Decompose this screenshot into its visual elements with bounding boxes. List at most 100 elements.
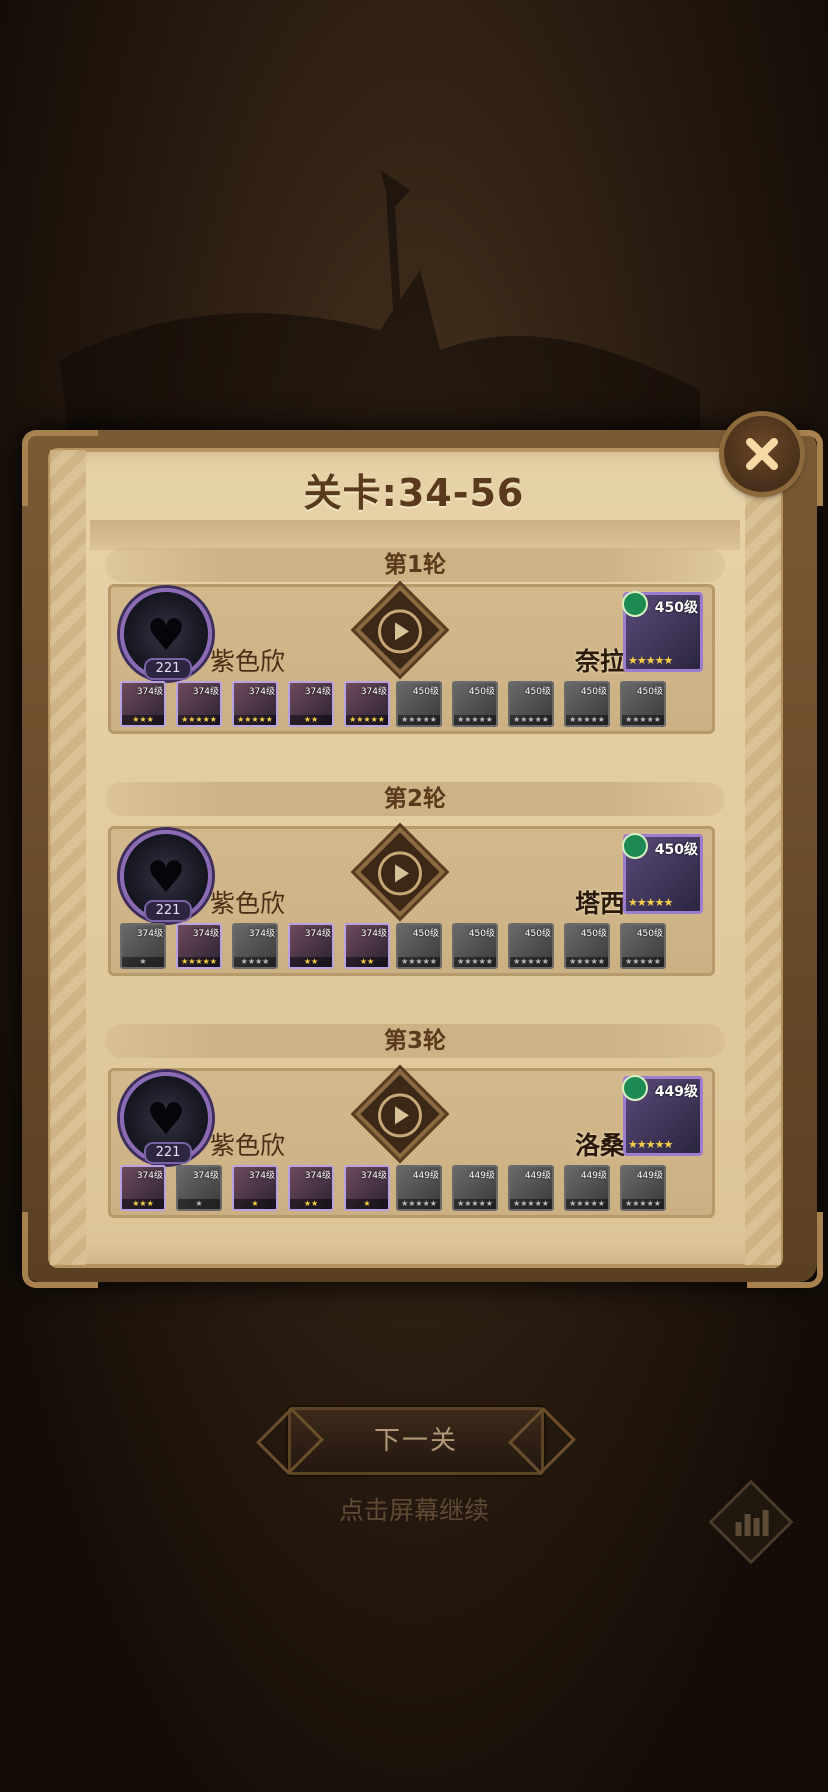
hero-stars: ★★ xyxy=(346,957,388,967)
hero-level: 374级 xyxy=(136,1171,163,1181)
tap-to-continue-hint[interactable]: 点击屏幕继续 xyxy=(0,1491,828,1527)
enemy-hero-row: 449级 ★★★★★ 449级 ★★★★★ 449级 ★★★★★ 449级 ★★★★★ 449级… xyxy=(396,1165,666,1211)
replay-button[interactable] xyxy=(354,826,446,918)
enemy-hero-portrait[interactable]: 450级 ★★★★★ xyxy=(452,923,498,969)
enemy-boss-portrait[interactable]: 450级 ★★★★★ xyxy=(622,591,703,672)
player-name: 紫色欣 xyxy=(210,647,286,676)
player-hero-portrait[interactable]: 374级 ★★★★★ xyxy=(176,681,222,727)
hero-level: 450级 xyxy=(524,687,551,697)
hero-level: 449级 xyxy=(524,1171,551,1181)
player-hero-portrait[interactable]: 374级 ★★ xyxy=(344,923,390,969)
player-hero-portrait[interactable]: 374级 ★ xyxy=(232,1165,278,1211)
enemy-hero-portrait[interactable]: 450级 ★★★★★ xyxy=(452,681,498,727)
enemy-name: 塔西 xyxy=(574,889,625,918)
round-label: 第3轮 xyxy=(105,1024,725,1058)
hero-stars: ★ xyxy=(234,1199,276,1209)
hero-level: 450级 xyxy=(636,687,663,697)
hero-level: 374级 xyxy=(304,929,331,939)
replay-button[interactable] xyxy=(354,1068,446,1160)
hero-stars: ★★★★★ xyxy=(454,1199,496,1209)
enemy-hero-portrait[interactable]: 449级 ★★★★★ xyxy=(396,1165,442,1211)
hero-stars: ★★★★★ xyxy=(398,715,440,725)
hero-stars: ★★★★★ xyxy=(566,1199,608,1209)
hero-level: 450级 xyxy=(412,687,439,697)
enemy-hero-portrait[interactable]: 450级 ★★★★★ xyxy=(396,681,442,727)
player-hero-portrait[interactable]: 374级 ★★★★★ xyxy=(232,681,278,727)
hero-stars: ★★★★★ xyxy=(622,1199,664,1209)
player-hero-portrait[interactable]: 374级 ★ xyxy=(120,923,166,969)
player-hero-portrait[interactable]: 374级 ★★★ xyxy=(120,1165,166,1211)
hero-level: 449级 xyxy=(636,1171,663,1181)
enemy-hero-portrait[interactable]: 450级 ★★★★★ xyxy=(508,923,554,969)
enemy-hero-portrait[interactable]: 449级 ★★★★★ xyxy=(508,1165,554,1211)
enemy-boss-level: 450级 xyxy=(654,842,698,858)
enemy-hero-portrait[interactable]: 450级 ★★★★★ xyxy=(564,923,610,969)
player-hero-portrait[interactable]: 374级 ★★★★ xyxy=(232,923,278,969)
panel-corner xyxy=(22,1212,98,1288)
player-avatar[interactable]: ♥ 221 xyxy=(120,588,212,680)
player-avatar[interactable]: ♥ 221 xyxy=(120,1072,212,1164)
enemy-name: 洛桑 xyxy=(574,1131,625,1160)
hero-level: 374级 xyxy=(248,929,275,939)
hero-level: 450级 xyxy=(524,929,551,939)
enemy-hero-portrait[interactable]: 450级 ★★★★★ xyxy=(620,923,666,969)
hero-stars: ★★★★ xyxy=(234,957,276,967)
enemy-boss-portrait[interactable]: 450级 ★★★★★ xyxy=(622,833,703,914)
player-hero-portrait[interactable]: 374级 ★★ xyxy=(288,1165,334,1211)
enemy-boss-level: 450级 xyxy=(654,600,698,616)
enemy-hero-row: 450级 ★★★★★ 450级 ★★★★★ 450级 ★★★★★ 450级 ★★★★★ 450级… xyxy=(396,681,666,727)
hero-stars: ★ xyxy=(178,1199,220,1209)
faction-gem-icon xyxy=(622,591,648,617)
round-card: ♥ 221 紫色欣 洛桑 449级 ★★★★★ 374级 ★★★ 374级 ★ 374级 ★ 374级 ★… xyxy=(108,1068,715,1218)
hero-stars: ★★ xyxy=(290,715,332,725)
player-hero-portrait[interactable]: 374级 ★★★★★ xyxy=(344,681,390,727)
hero-stars: ★★ xyxy=(290,957,332,967)
hero-level: 450级 xyxy=(580,687,607,697)
hero-level: 449级 xyxy=(412,1171,439,1181)
player-level: 221 xyxy=(144,1142,192,1164)
title-divider xyxy=(90,520,740,550)
player-hero-portrait[interactable]: 374级 ★ xyxy=(344,1165,390,1211)
enemy-hero-portrait[interactable]: 450级 ★★★★★ xyxy=(508,681,554,727)
enemy-name: 奈拉 xyxy=(574,647,625,676)
close-button[interactable] xyxy=(724,416,800,492)
hero-level: 450级 xyxy=(636,929,663,939)
hero-level: 374级 xyxy=(192,687,219,697)
hero-stars: ★★★★★ xyxy=(510,1199,552,1209)
hero-stars: ★★★★★ xyxy=(398,1199,440,1209)
enemy-hero-portrait[interactable]: 450级 ★★★★★ xyxy=(396,923,442,969)
hero-stars: ★★★★★ xyxy=(566,715,608,725)
player-name: 紫色欣 xyxy=(210,889,286,918)
hero-stars: ★★★ xyxy=(122,1199,164,1209)
hero-level: 374级 xyxy=(304,1171,331,1181)
enemy-hero-portrait[interactable]: 450级 ★★★★★ xyxy=(564,681,610,727)
player-hero-portrait[interactable]: 374级 ★★★ xyxy=(120,681,166,727)
hero-level: 374级 xyxy=(360,929,387,939)
replay-button[interactable] xyxy=(354,584,446,676)
enemy-hero-portrait[interactable]: 449级 ★★★★★ xyxy=(620,1165,666,1211)
player-hero-row: 374级 ★★★ 374级 ★★★★★ 374级 ★★★★★ 374级 ★★ 374级 ★★★★★ xyxy=(120,681,390,727)
hero-level: 374级 xyxy=(360,687,387,697)
hero-level: 374级 xyxy=(248,1171,275,1181)
player-hero-portrait[interactable]: 374级 ★ xyxy=(176,1165,222,1211)
player-hero-portrait[interactable]: 374级 ★★ xyxy=(288,923,334,969)
enemy-hero-portrait[interactable]: 449级 ★★★★★ xyxy=(564,1165,610,1211)
player-hero-portrait[interactable]: 374级 ★★ xyxy=(288,681,334,727)
panel-left-decoration xyxy=(50,450,86,1265)
next-stage-button[interactable]: 下一关 xyxy=(288,1407,544,1475)
player-avatar[interactable]: ♥ 221 xyxy=(120,830,212,922)
enemy-boss-portrait[interactable]: 449级 ★★★★★ xyxy=(622,1075,703,1156)
hero-level: 374级 xyxy=(192,1171,219,1181)
play-icon xyxy=(378,1093,422,1138)
hero-stars: ★★★★★ xyxy=(510,715,552,725)
hero-level: 450级 xyxy=(468,687,495,697)
hero-stars: ★★★★★ xyxy=(346,715,388,725)
player-hero-portrait[interactable]: 374级 ★★★★★ xyxy=(176,923,222,969)
enemy-hero-portrait[interactable]: 450级 ★★★★★ xyxy=(620,681,666,727)
play-icon xyxy=(378,851,422,896)
panel-right-decoration xyxy=(745,450,781,1265)
enemy-hero-portrait[interactable]: 449级 ★★★★★ xyxy=(452,1165,498,1211)
hero-stars: ★★★★★ xyxy=(454,715,496,725)
hero-level: 450级 xyxy=(580,929,607,939)
hero-stars: ★★★★★ xyxy=(454,957,496,967)
